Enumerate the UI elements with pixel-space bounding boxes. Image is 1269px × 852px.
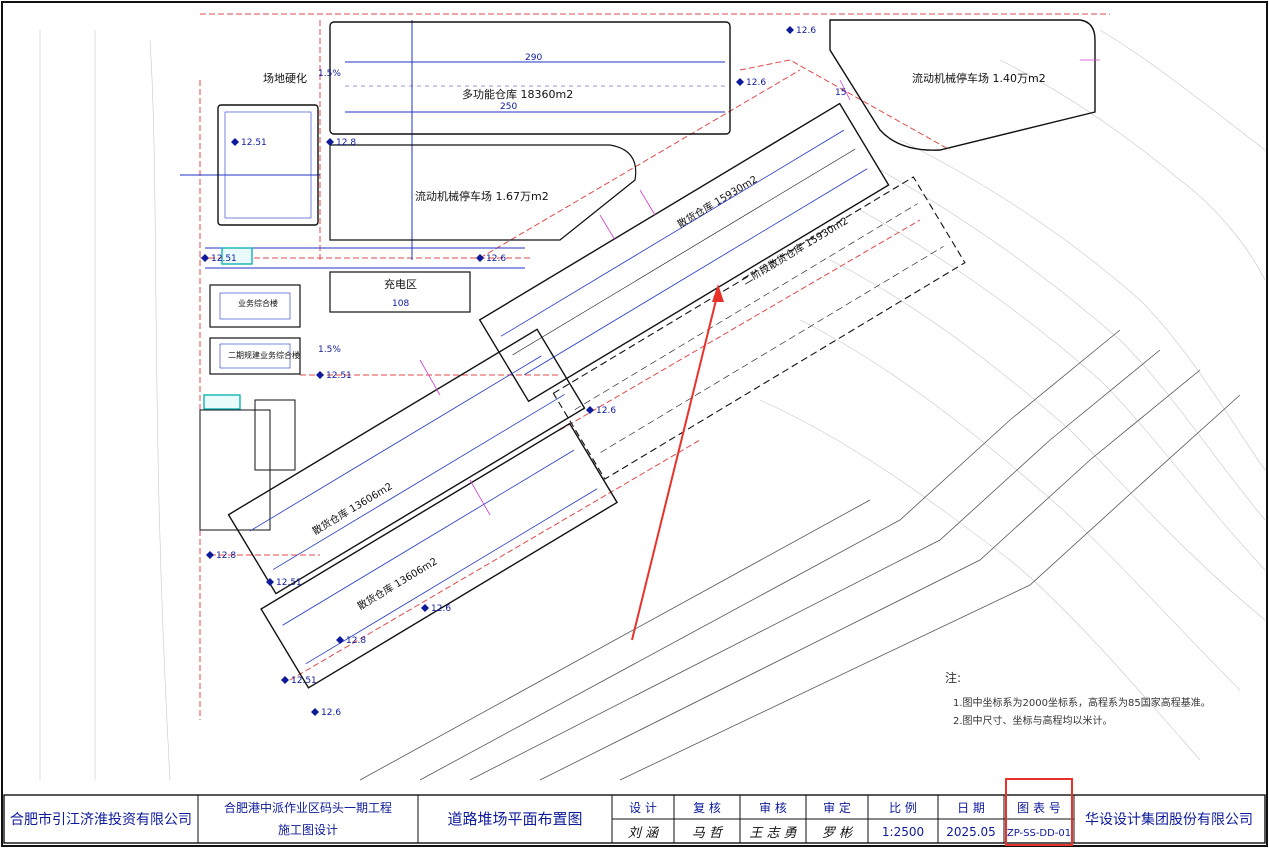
note-item-2: 2.图中尺寸、坐标与高程均以米计。 — [953, 714, 1113, 727]
elevation-mark-label: 12.51 — [291, 676, 317, 686]
dimension-label: 15 — [835, 88, 846, 98]
red-arrow-annotation — [631, 284, 724, 641]
area-label-site-hardening: 场地硬化 — [263, 71, 307, 85]
company-name: 华设设计集团股份有限公司 — [1085, 811, 1253, 828]
project-name-line1: 合肥港中派作业区码头一期工程 — [224, 800, 392, 815]
date-label: 日 期 — [957, 801, 985, 815]
elevation-mark-label: 12.6 — [796, 26, 816, 36]
notes-title: 注: — [945, 670, 961, 685]
area-label-bulk-warehouse-sw1: 散货仓库 13606m2 — [310, 480, 395, 538]
drawing-sheet: 多功能仓库 18360m2 流动机械停车场 1.40万m2 流动机械停车场 1.… — [0, 0, 1269, 848]
area-label-machine-park-mid: 流动机械停车场 1.67万m2 — [415, 189, 549, 203]
note-item-1: 1.图中坐标系为2000坐标系，高程系为85国家高程基准。 — [953, 696, 1211, 709]
dimension-label: 1.5% — [318, 69, 341, 79]
elevation-mark-label: 12.51 — [211, 254, 237, 264]
elevation-mark-icon — [206, 551, 214, 559]
site-plan-drawing: 多功能仓库 18360m2 流动机械停车场 1.40万m2 流动机械停车场 1.… — [1, 1, 1268, 847]
date-value: 2025.05 — [946, 825, 996, 839]
elevation-mark-label: 12.6 — [321, 708, 341, 718]
bulk-warehouse-1-block — [478, 102, 890, 403]
elevation-mark-label: 12.6 — [596, 406, 616, 416]
area-label-bulk-warehouse-1: 散货仓库 15930m2 — [675, 173, 760, 231]
dimension-label: 108 — [392, 299, 409, 309]
elevation-mark-icon — [421, 604, 429, 612]
elevation-mark-icon — [281, 676, 289, 684]
elevation-mark-label: 12.51 — [326, 371, 352, 381]
area-label-business-complex: 业务综合楼 — [238, 298, 278, 308]
role-label-design: 设 计 — [629, 801, 657, 815]
area-label-machine-park-east: 流动机械停车场 1.40万m2 — [912, 71, 1046, 85]
elevation-mark-label: 12.8 — [336, 138, 356, 148]
business-buildings — [199, 247, 301, 531]
elevation-mark-label: 12.6 — [746, 78, 766, 88]
bulk-warehouse-2-block — [552, 176, 966, 480]
machine-park-east-block — [829, 19, 1096, 151]
elevation-marks: 12.6 12.51 12.8 12.6 12.51 12.6 12.51 12.6 12.8 1… — [201, 26, 816, 718]
project-name-line2: 施工图设计 — [278, 823, 338, 837]
elevation-mark-label: 12.51 — [276, 578, 302, 588]
area-label-charging-area: 充电区 — [384, 277, 417, 291]
elevation-mark-label: 12.8 — [346, 636, 366, 646]
drawing-number-label: 图 表 号 — [1017, 801, 1061, 815]
area-label-multi-warehouse: 多功能仓库 18360m2 — [462, 87, 573, 101]
multi-warehouse-block — [329, 21, 731, 135]
client-name: 合肥市引江济淮投资有限公司 — [10, 811, 192, 828]
signature-approve: 罗 彬 — [822, 826, 854, 841]
elevation-mark-icon — [586, 406, 594, 414]
area-label-bulk-warehouse-sw2: 散货仓库 13606m2 — [355, 555, 440, 613]
elevation-mark-label: 12.51 — [241, 138, 267, 148]
elevation-mark-icon — [311, 708, 319, 716]
road-network — [199, 13, 1110, 720]
slope-hatching — [359, 329, 1241, 781]
elevation-mark-icon — [231, 138, 239, 146]
area-label-phase2-business: 二期规建业务综合楼 — [228, 350, 300, 360]
elevation-mark-icon — [786, 26, 794, 34]
elevation-mark-label: 12.6 — [431, 604, 451, 614]
signature-design: 刘 涵 — [628, 826, 660, 841]
dimension-label: 1.5% — [318, 345, 341, 355]
drawing-number-value: ZP-SS-DD-01 — [1007, 828, 1071, 839]
role-label-approve: 审 定 — [823, 800, 851, 815]
elevation-mark-icon — [336, 636, 344, 644]
signature-review: 王 志 勇 — [749, 826, 797, 841]
dimension-label: 290 — [525, 53, 542, 63]
elevation-mark-icon — [476, 254, 484, 262]
area-label-bulk-warehouse-2: 二阶段散货仓库 15930m2 — [740, 214, 850, 288]
elevation-mark-icon — [316, 371, 324, 379]
dimension-label: 250 — [500, 102, 517, 112]
elevation-mark-label: 12.6 — [486, 254, 506, 264]
site-hardening-block — [217, 104, 319, 226]
role-label-review: 审 核 — [759, 800, 787, 815]
elevation-mark-label: 12.8 — [216, 551, 236, 561]
role-label-check: 复 核 — [693, 801, 721, 815]
elevation-mark-icon — [736, 78, 744, 86]
drawing-title: 道路堆场平面布置图 — [447, 810, 582, 828]
scale-label: 比 例 — [889, 801, 917, 815]
dimension-ticks — [419, 59, 1100, 516]
signature-check: 马 哲 — [692, 826, 724, 841]
scale-value: 1:2500 — [882, 825, 924, 839]
elevation-mark-icon — [201, 254, 209, 262]
